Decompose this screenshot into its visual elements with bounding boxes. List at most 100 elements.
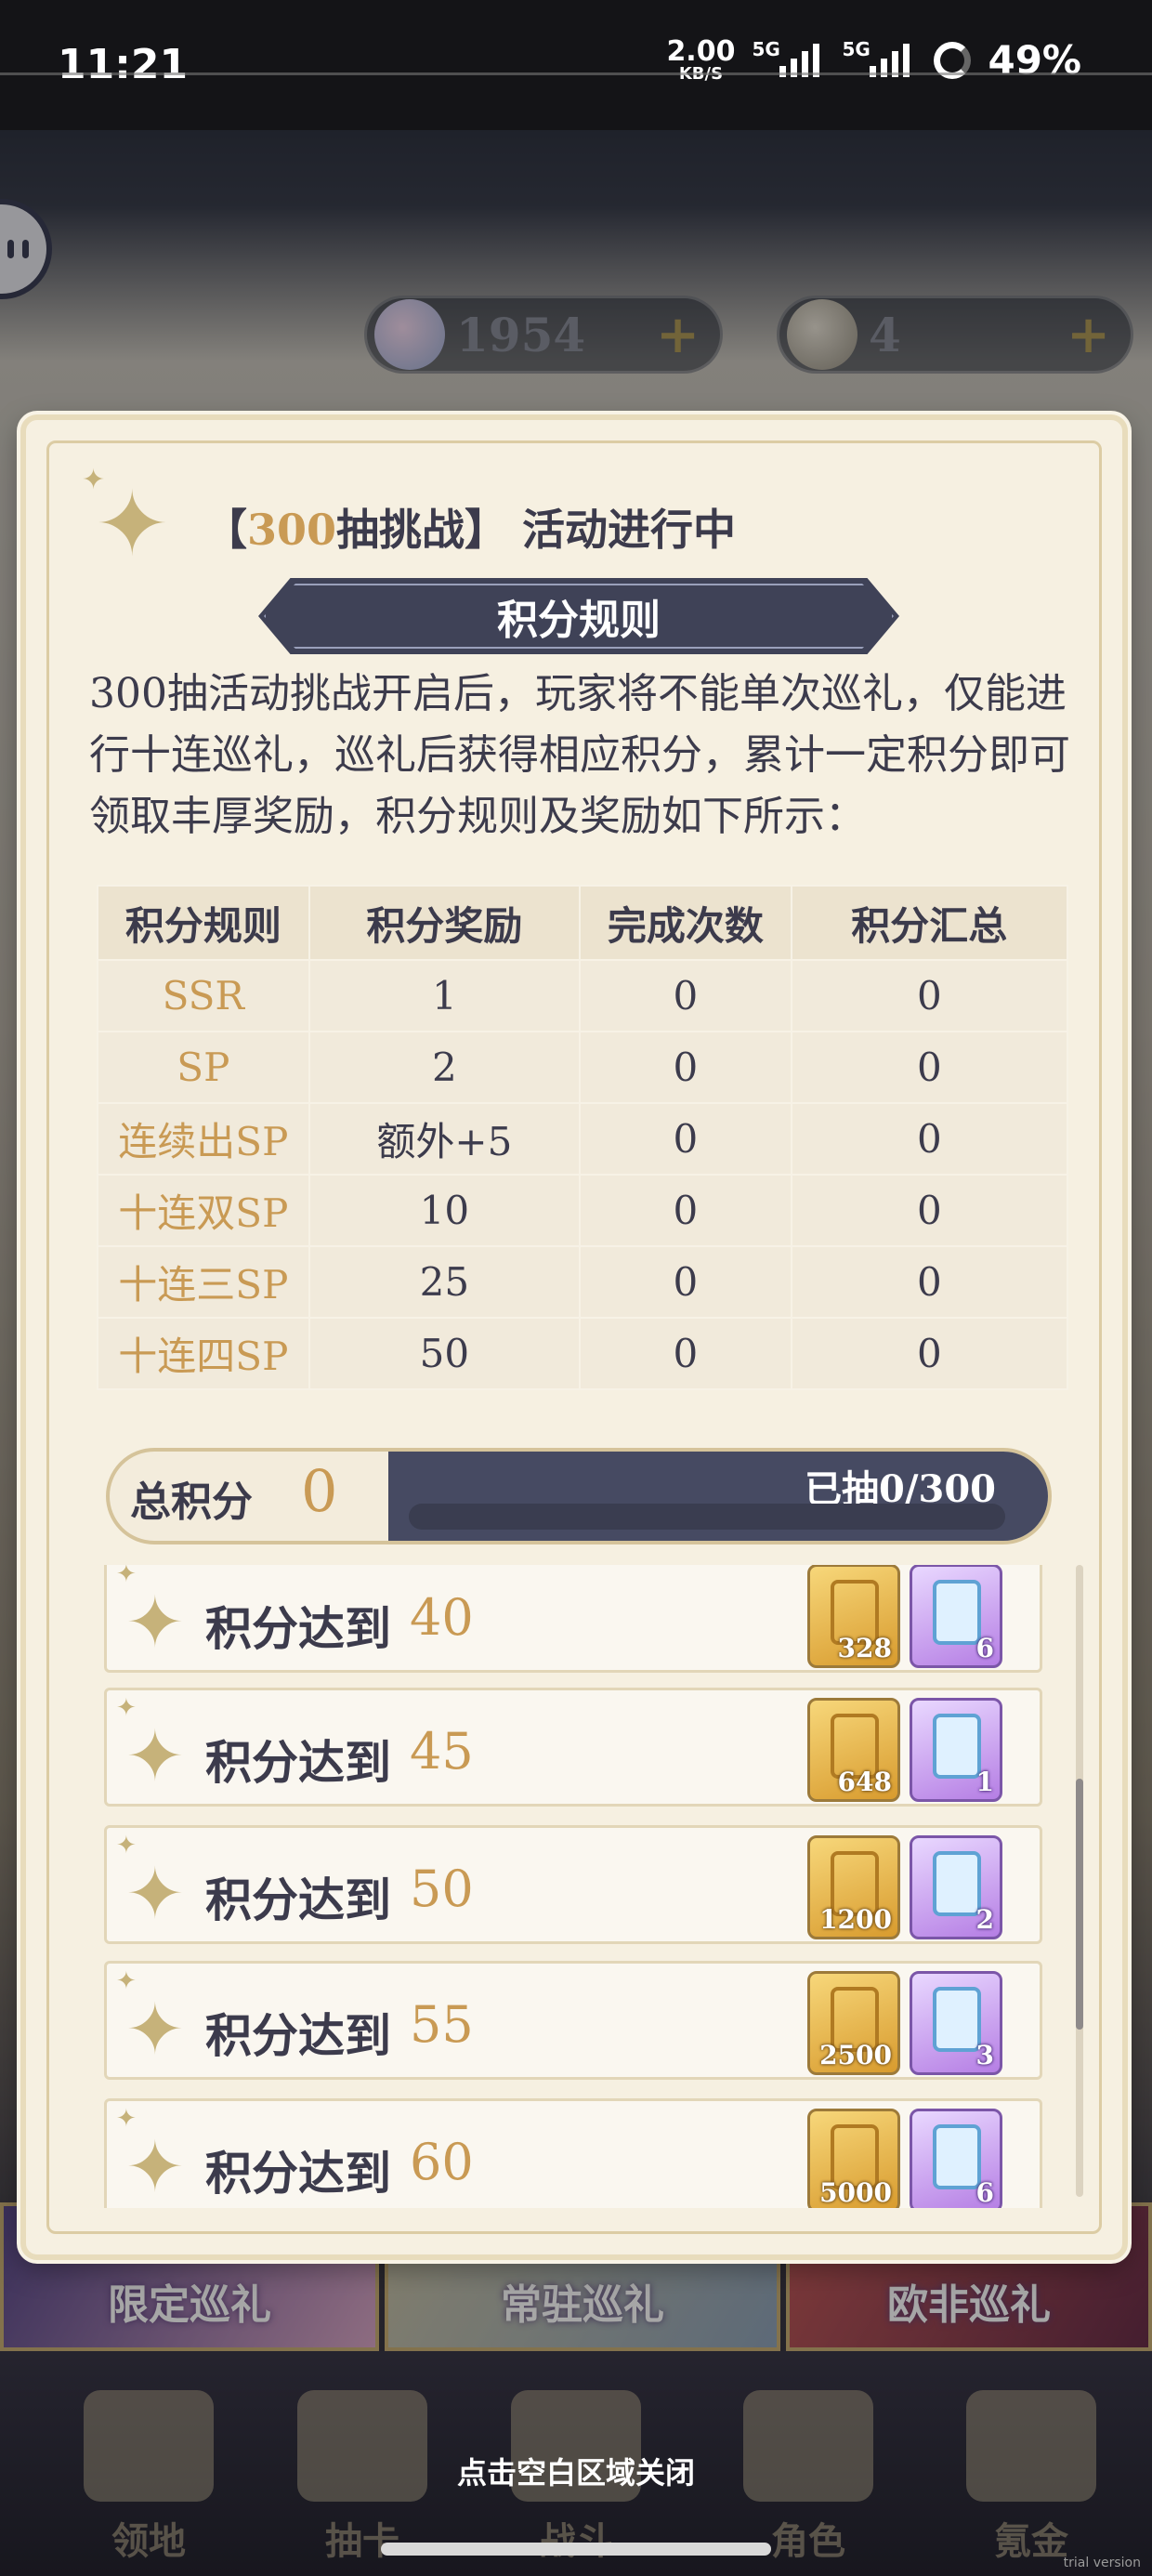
- rule-name: 连续出SP: [97, 1102, 310, 1176]
- tier-label: 积分达到: [205, 1873, 391, 1927]
- rule-points: 2: [308, 1031, 582, 1104]
- rule-name: SSR: [97, 959, 310, 1032]
- table-row: SP 2 0 0: [97, 1031, 1069, 1104]
- rules-ribbon: 积分规则: [258, 578, 899, 654]
- sparkle-icon: ✦: [125, 2125, 185, 2208]
- title-prefix: 【: [204, 505, 247, 555]
- reward-tier[interactable]: ✦ ✦ 积分达到 45 648 1: [104, 1688, 1042, 1807]
- table-header: 积分汇总: [790, 885, 1069, 961]
- total-score-bar: 总积分 0 已抽0/300: [106, 1448, 1052, 1544]
- tier-scrollbar[interactable]: [1076, 1565, 1083, 2197]
- rules-description: 300抽活动挑战开启后，玩家将不能单次巡礼，仅能进行十连巡礼，巡礼后获得相应积分…: [89, 670, 1070, 840]
- rule-name: 十连双SP: [97, 1174, 310, 1247]
- sparkle-icon: ✦: [125, 1988, 185, 2070]
- status-indicators: 2.00 KB/S 5G 5G 49%: [666, 37, 1081, 83]
- reward-count: 1: [975, 1767, 994, 1797]
- free-ticket-icon: [933, 1580, 981, 1645]
- reward-count: 6: [975, 1633, 994, 1663]
- sparkle-icon: ✦: [125, 1715, 185, 1797]
- rule-points: 25: [308, 1245, 582, 1319]
- tier-label: 积分达到: [205, 1601, 391, 1656]
- rule-total: 0: [790, 1102, 1069, 1176]
- home-indicator[interactable]: [381, 2543, 771, 2556]
- tier-threshold: 40: [410, 1588, 474, 1647]
- tier-label: 积分达到: [205, 2008, 391, 2063]
- reward-count: 2500: [819, 2040, 892, 2070]
- top-divider: [0, 72, 1152, 75]
- gold-ticket-reward[interactable]: 328: [807, 1565, 900, 1668]
- status-bar: 11:21 2.00 KB/S 5G 5G 49%: [0, 0, 1152, 130]
- rules-title: 积分规则: [497, 597, 661, 644]
- free-ticket-icon: [933, 2124, 981, 2189]
- sparkle-small-icon: ✦: [82, 464, 106, 496]
- reward-tier[interactable]: ✦ ✦ 积分达到 50 1200 2: [104, 1825, 1042, 1944]
- rule-count: 0: [579, 1317, 792, 1390]
- battery-percent: 49%: [988, 37, 1081, 83]
- challenge-panel: ✦ ✦ 【300抽挑战】 活动进行中 积分规则 300抽活动挑战开启后，玩家将不…: [20, 414, 1128, 2260]
- rules-table: 积分规则 积分奖励 完成次数 积分汇总 SSR 1 0 0 SP 2 0 0 连…: [97, 885, 1069, 1390]
- gold-ticket-reward[interactable]: 1200: [807, 1835, 900, 1939]
- rule-total: 0: [790, 959, 1069, 1032]
- tier-label: 积分达到: [205, 2146, 391, 2201]
- trial-watermark: trial version: [1063, 2556, 1141, 2570]
- table-row: SSR 1 0 0: [97, 959, 1069, 1032]
- signal-tag-2: 5G: [842, 37, 871, 60]
- close-hint: 点击空白区域关闭: [456, 2455, 695, 2491]
- reward-tier[interactable]: ✦ ✦ 积分达到 60 5000 6: [104, 2098, 1042, 2208]
- rule-count: 0: [579, 1174, 792, 1247]
- reward-count: 5000: [819, 2177, 892, 2208]
- tier-threshold: 50: [410, 1860, 474, 1918]
- rule-name: 十连三SP: [97, 1245, 310, 1319]
- tier-threshold: 55: [410, 1995, 474, 2054]
- title-highlight: 300: [247, 505, 337, 555]
- reward-tier[interactable]: ✦ ✦ 积分达到 40 328 6: [104, 1565, 1042, 1673]
- rule-count: 0: [579, 1245, 792, 1319]
- reward-tier[interactable]: ✦ ✦ 积分达到 55 2500 3: [104, 1961, 1042, 2080]
- rule-count: 0: [579, 1031, 792, 1104]
- status-time: 11:21: [58, 41, 189, 88]
- sparkle-icon: ✦: [125, 1852, 185, 1935]
- tier-label: 积分达到: [205, 1735, 391, 1790]
- table-row: 十连双SP 10 0 0: [97, 1174, 1069, 1247]
- panel-title: 【300抽挑战】 活动进行中: [204, 496, 736, 558]
- table-header-row: 积分规则 积分奖励 完成次数 积分汇总: [97, 885, 1069, 961]
- table-header: 完成次数: [579, 885, 792, 961]
- reward-count: 3: [975, 2040, 994, 2070]
- rule-total: 0: [790, 1174, 1069, 1247]
- free-ticket-reward[interactable]: 3: [910, 1971, 1002, 2075]
- table-row: 连续出SP 额外+5 0 0: [97, 1102, 1069, 1176]
- rule-total: 0: [790, 1317, 1069, 1390]
- rule-points: 10: [308, 1174, 582, 1247]
- tier-threshold: 60: [410, 2133, 474, 2191]
- network-speed-value: 2.00: [666, 34, 736, 68]
- free-ticket-icon: [933, 1714, 981, 1779]
- reward-count: 2: [975, 1904, 994, 1935]
- gold-ticket-reward[interactable]: 2500: [807, 1971, 900, 2075]
- total-score-label: 总积分: [130, 1479, 253, 1526]
- rule-total: 0: [790, 1245, 1069, 1319]
- free-ticket-reward[interactable]: 1: [910, 1698, 1002, 1802]
- table-row: 十连四SP 50 0 0: [97, 1317, 1069, 1390]
- rule-count: 0: [579, 959, 792, 1032]
- free-ticket-reward[interactable]: 6: [910, 2109, 1002, 2208]
- free-ticket-reward[interactable]: 2: [910, 1835, 1002, 1939]
- gold-ticket-reward[interactable]: 648: [807, 1698, 900, 1802]
- free-ticket-reward[interactable]: 6: [910, 1565, 1002, 1668]
- rule-total: 0: [790, 1031, 1069, 1104]
- network-speed: 2.00 KB/S: [666, 34, 736, 83]
- reward-count: 6: [975, 2177, 994, 2208]
- rule-points: 1: [308, 959, 582, 1032]
- draw-progress: 已抽0/300: [388, 1452, 1048, 1541]
- reward-count: 648: [837, 1767, 892, 1797]
- table-header: 积分奖励: [308, 885, 582, 961]
- rule-count: 0: [579, 1102, 792, 1176]
- rule-name: 十连四SP: [97, 1317, 310, 1390]
- signal-tag: 5G: [752, 37, 780, 60]
- progress-track: [409, 1504, 1005, 1530]
- reward-tier-list[interactable]: ✦ ✦ 积分达到 40 328 6 ✦ ✦ 积分达到 45 648 1 ✦ ✦ …: [104, 1565, 1042, 2208]
- free-ticket-icon: [933, 1987, 981, 2052]
- reward-count: 1200: [819, 1904, 892, 1935]
- rule-points: 50: [308, 1317, 582, 1390]
- scrollbar-thumb[interactable]: [1076, 1779, 1083, 2030]
- gold-ticket-reward[interactable]: 5000: [807, 2109, 900, 2208]
